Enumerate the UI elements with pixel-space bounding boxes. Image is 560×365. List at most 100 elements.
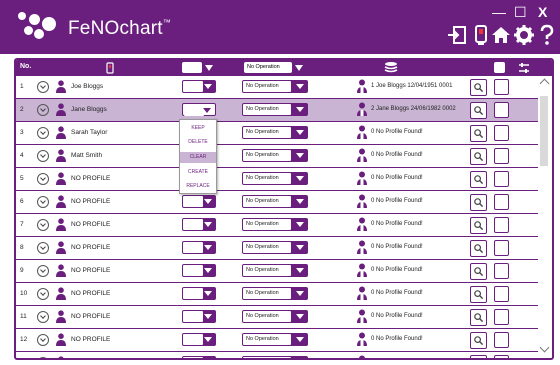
operation-select-value[interactable]: No Operation (243, 173, 291, 184)
table-row[interactable]: 9 NO PROFILE No Operation 0 No Profile Foun… (16, 260, 538, 283)
action-select-value[interactable] (183, 311, 203, 322)
filter-icon[interactable] (518, 62, 530, 74)
close-button[interactable]: X (538, 5, 547, 19)
search-button[interactable] (470, 355, 487, 358)
chevron-down-icon[interactable] (204, 314, 212, 319)
search-button[interactable] (470, 240, 487, 257)
minimize-button[interactable]: — (492, 5, 506, 19)
row-checkbox[interactable] (494, 102, 509, 118)
chevron-down-icon[interactable] (204, 291, 212, 296)
chevron-down-icon[interactable] (204, 245, 212, 250)
action-select-value[interactable] (183, 81, 203, 92)
chevron-down-icon[interactable] (204, 84, 212, 89)
chevron-down-icon[interactable] (296, 153, 304, 158)
row-checkbox[interactable] (494, 148, 509, 164)
scroll-up-icon[interactable] (539, 78, 550, 89)
operation-select-value[interactable]: No Operation (243, 265, 291, 276)
action-select[interactable] (182, 195, 216, 208)
chevron-down-icon[interactable] (296, 268, 304, 273)
table-row[interactable]: 8 NO PROFILE No Operation 0 No Profile Foun… (16, 237, 538, 260)
operation-select-value[interactable]: No Operation (243, 196, 291, 207)
action-select-value[interactable] (183, 196, 203, 207)
action-select[interactable] (182, 80, 216, 93)
search-button[interactable] (470, 332, 487, 349)
row-checkbox[interactable] (494, 332, 509, 348)
expand-chevron-icon[interactable] (37, 173, 49, 185)
maximize-button[interactable]: ☐ (514, 5, 527, 19)
row-checkbox[interactable] (494, 355, 509, 358)
search-button[interactable] (470, 79, 487, 96)
chevron-down-icon[interactable] (296, 222, 304, 227)
row-checkbox[interactable] (494, 286, 509, 302)
operation-select[interactable]: No Operation (242, 287, 308, 300)
expand-chevron-icon[interactable] (37, 219, 49, 231)
chevron-down-icon[interactable] (296, 107, 304, 112)
expand-chevron-icon[interactable] (37, 104, 49, 116)
operation-select-value[interactable]: No Operation (243, 357, 291, 358)
action-select[interactable] (182, 287, 216, 300)
expand-chevron-icon[interactable] (37, 311, 49, 323)
action-select[interactable] (182, 310, 216, 323)
operation-select-value[interactable]: No Operation (243, 127, 291, 138)
vertical-scrollbar[interactable] (538, 76, 550, 358)
search-button[interactable] (470, 194, 487, 211)
operation-select[interactable]: No Operation (242, 103, 308, 116)
row-checkbox[interactable] (494, 309, 509, 325)
operation-select-value[interactable]: No Operation (243, 242, 291, 253)
chevron-down-icon[interactable] (296, 291, 304, 296)
expand-chevron-icon[interactable] (37, 357, 49, 358)
operation-select[interactable]: No Operation (242, 241, 308, 254)
row-checkbox[interactable] (494, 171, 509, 187)
action-select-value[interactable] (183, 334, 203, 345)
operation-select-value[interactable]: No Operation (243, 334, 291, 345)
table-row[interactable]: 10 NO PROFILE No Operation 0 No Profile Fou… (16, 283, 538, 306)
operation-select[interactable]: No Operation (242, 310, 308, 323)
action-select-value[interactable] (183, 242, 203, 253)
home-icon[interactable] (490, 24, 512, 46)
menu-item-create[interactable]: CREATE (180, 169, 216, 175)
row-checkbox[interactable] (494, 125, 509, 141)
row-checkbox[interactable] (494, 217, 509, 233)
chevron-down-icon[interactable] (204, 222, 212, 227)
table-row[interactable]: 11 NO PROFILE No Operation 0 No Profile Fou… (16, 306, 538, 329)
operation-select[interactable]: No Operation (242, 126, 308, 139)
search-button[interactable] (470, 263, 487, 280)
table-row[interactable]: 3 Sarah Taylor No Operation 0 No Profile Fo… (16, 122, 538, 145)
logout-icon[interactable] (446, 24, 468, 46)
operation-select-value[interactable]: No Operation (243, 288, 291, 299)
expand-chevron-icon[interactable] (37, 265, 49, 277)
settings-icon[interactable] (513, 24, 535, 46)
menu-item-replace[interactable]: REPLACE (180, 183, 216, 189)
expand-chevron-icon[interactable] (37, 334, 49, 346)
action-select[interactable] (182, 264, 216, 277)
chevron-down-icon[interactable] (296, 176, 304, 181)
action-select[interactable] (182, 103, 216, 116)
action-select[interactable] (182, 356, 216, 358)
chevron-down-icon[interactable] (296, 314, 304, 319)
table-row[interactable]: 6 NO PROFILE No Operation 0 No Profile Foun… (16, 191, 538, 214)
row-checkbox[interactable] (494, 263, 509, 279)
search-button[interactable] (470, 171, 487, 188)
table-row[interactable]: 7 NO PROFILE No Operation 0 No Profile Foun… (16, 214, 538, 237)
chevron-down-icon[interactable] (203, 108, 211, 113)
operation-select[interactable]: No Operation (242, 333, 308, 346)
chevron-down-icon[interactable] (296, 245, 304, 250)
expand-chevron-icon[interactable] (37, 81, 49, 93)
action-select[interactable] (182, 218, 216, 231)
operation-select-value[interactable]: No Operation (243, 104, 291, 115)
operation-select-value[interactable]: No Operation (243, 81, 291, 92)
operation-select[interactable]: No Operation (242, 172, 308, 185)
operation-select[interactable]: No Operation (242, 80, 308, 93)
chevron-down-icon[interactable] (205, 65, 213, 71)
chevron-down-icon[interactable] (296, 84, 304, 89)
chevron-down-icon[interactable] (204, 199, 212, 204)
action-select-value[interactable] (183, 288, 203, 299)
scroll-thumb[interactable] (540, 96, 548, 166)
operation-select[interactable]: No Operation (242, 218, 308, 231)
search-button[interactable] (470, 286, 487, 303)
table-row[interactable]: 1 Joe Bloggs No Operation 1 Joe Bloggs 12/0… (16, 76, 538, 99)
search-button[interactable] (470, 148, 487, 165)
chevron-down-icon[interactable] (296, 199, 304, 204)
expand-chevron-icon[interactable] (37, 242, 49, 254)
chevron-down-icon[interactable] (204, 268, 212, 273)
